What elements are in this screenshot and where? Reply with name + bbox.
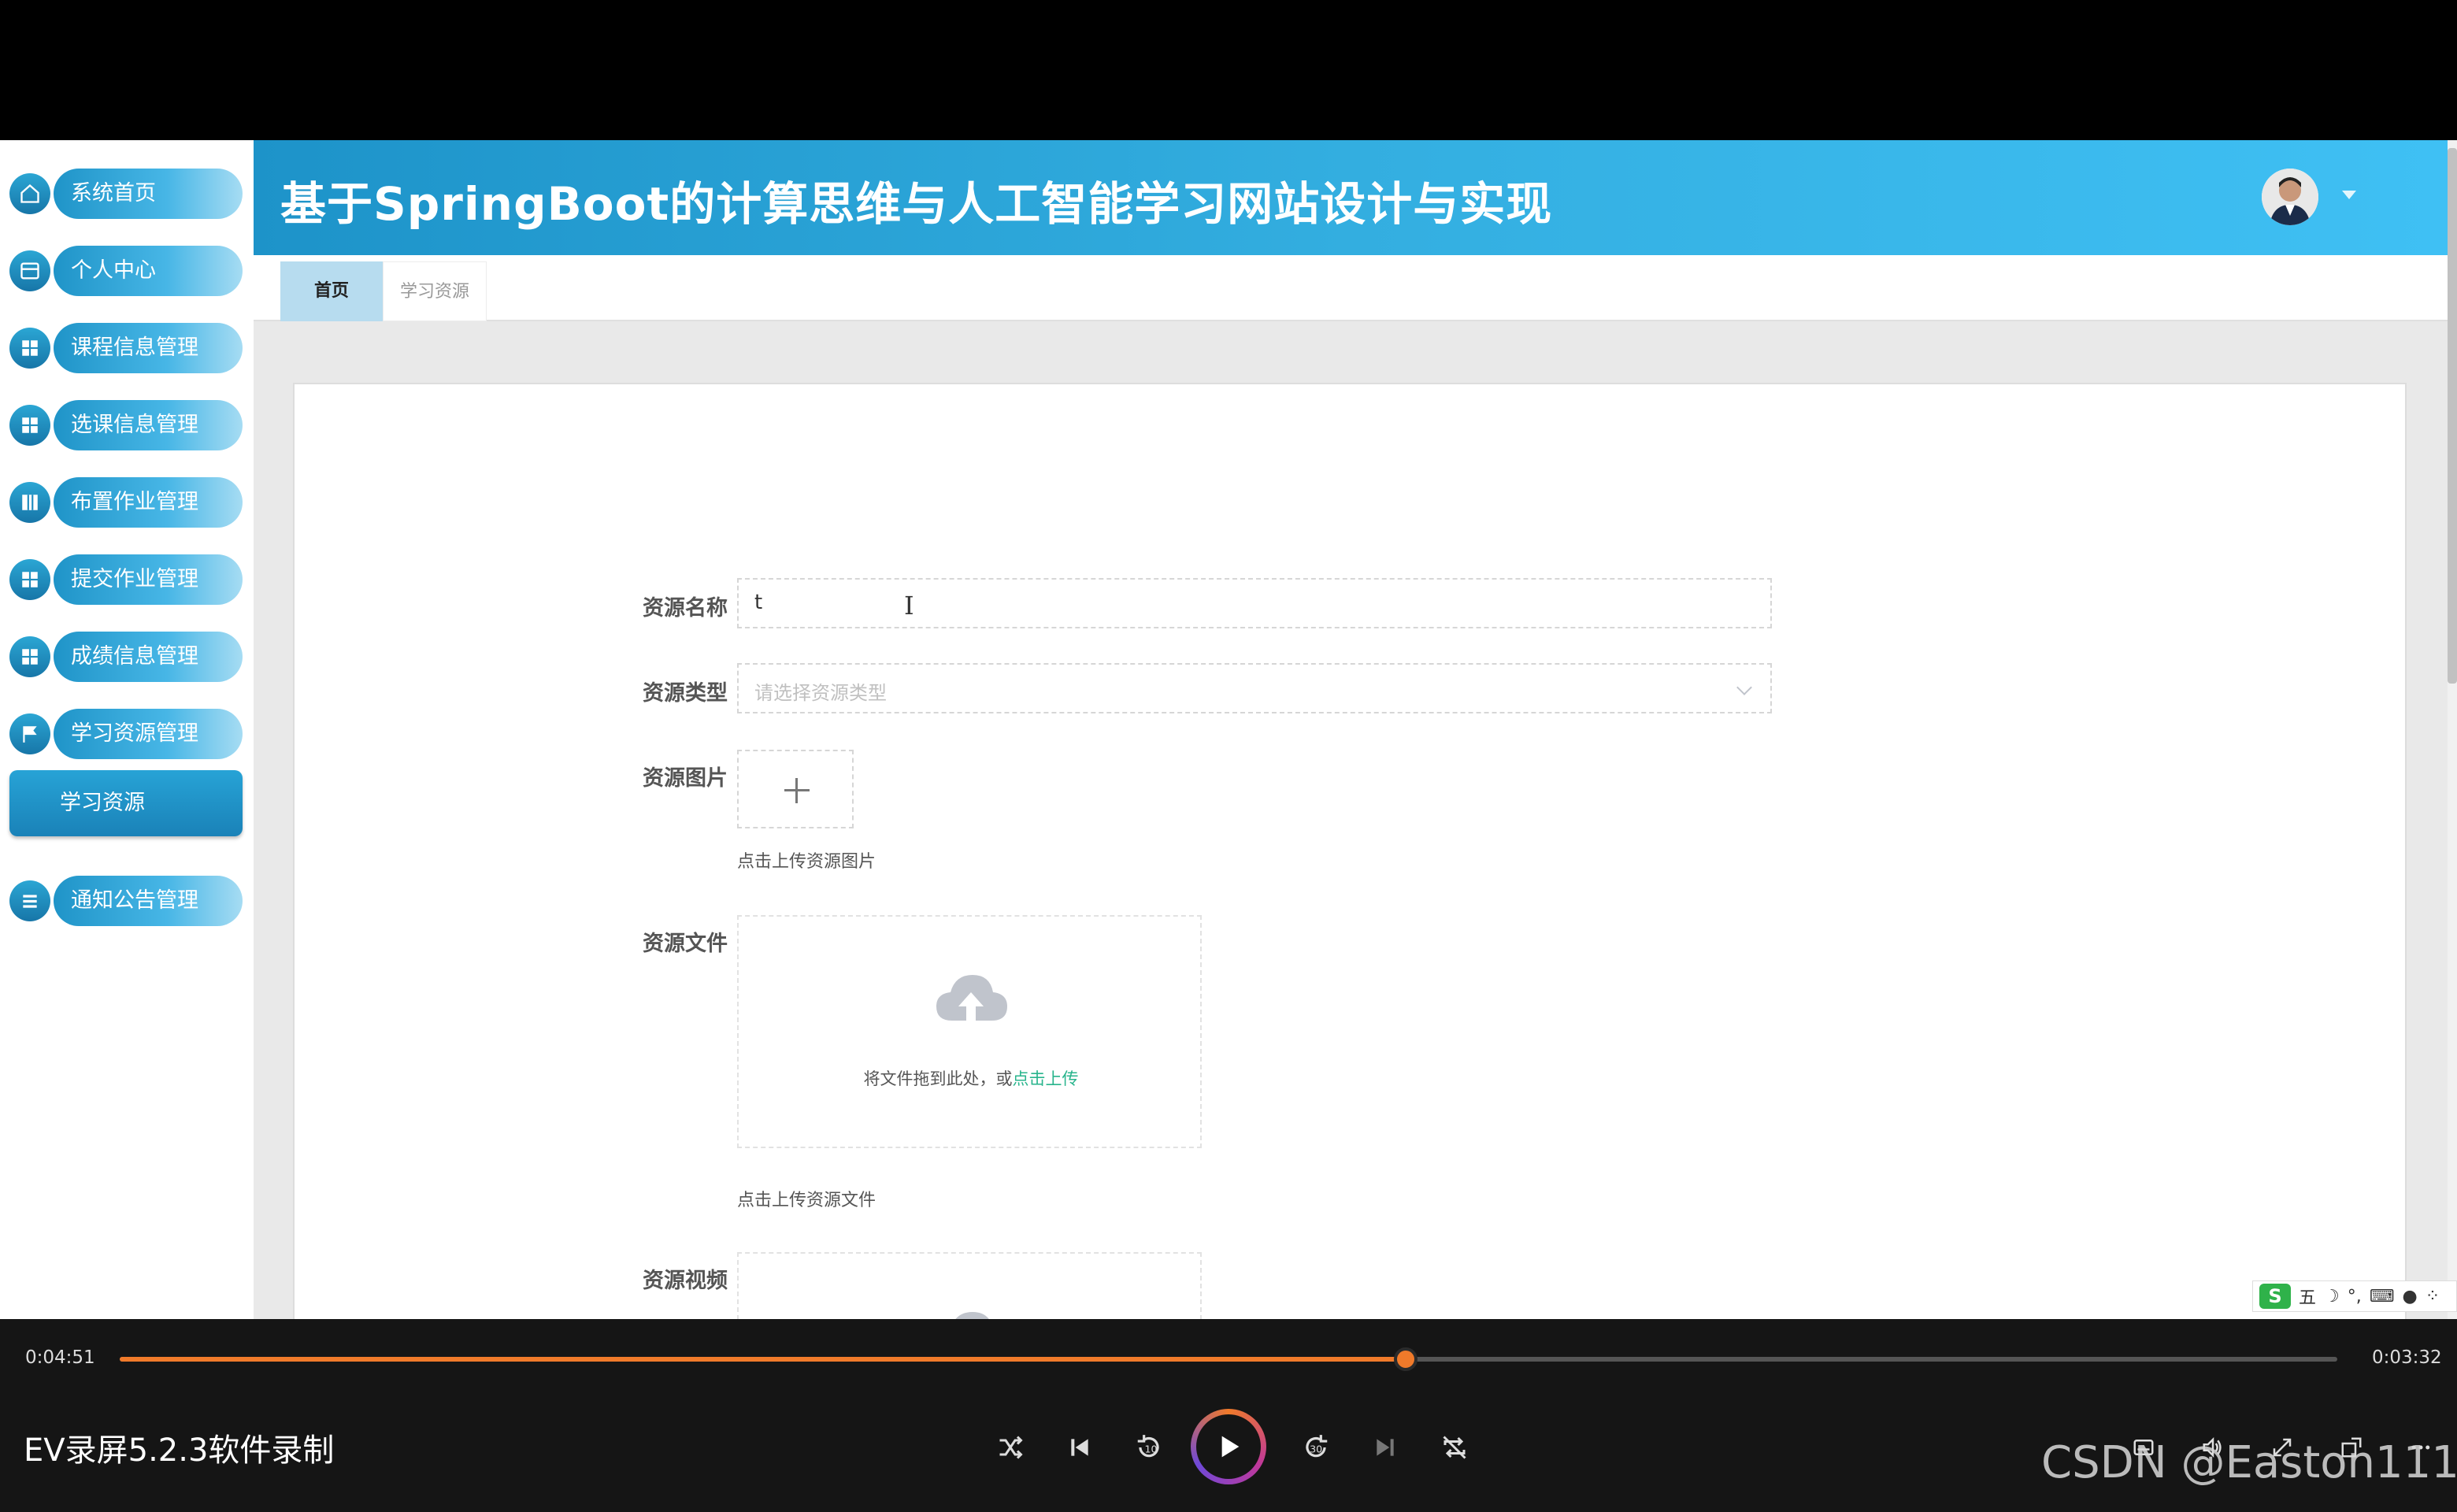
file-label: 资源文件 (643, 932, 728, 956)
grid-icon (9, 559, 50, 600)
video-player-bar: 0:04:51 0:03:32 EV录屏5.2.3软件录制 10 30 CSDN… (0, 1319, 2457, 1512)
home-icon (9, 173, 50, 214)
drop-instruction: 将文件拖到此处，或 (863, 1069, 1013, 1088)
repeat-off-icon[interactable] (1435, 1428, 1474, 1467)
sidebar-item-grades[interactable]: 成绩信息管理 (9, 632, 243, 682)
cloud-upload-icon (936, 975, 1007, 1021)
sidebar-item-course[interactable]: 课程信息管理 (9, 323, 243, 373)
tab-learning-resources[interactable]: 学习资源 (383, 261, 487, 321)
book-icon (9, 482, 50, 523)
name-label: 资源名称 (643, 596, 728, 621)
previous-icon[interactable] (1060, 1428, 1099, 1467)
scrollbar-thumb[interactable] (2448, 148, 2457, 684)
sidebar-item-label: 系统首页 (54, 169, 243, 219)
sidebar-item-label: 选课信息管理 (54, 400, 243, 450)
tab-bar: 首页 学习资源 (254, 255, 2448, 321)
punctuation-icon[interactable]: °, (2348, 1287, 2362, 1306)
chevron-down-icon[interactable] (2342, 191, 2356, 199)
sidebar-subitem-learning-resources[interactable]: 学习资源 (9, 770, 243, 836)
rewind-10-icon[interactable]: 10 (1129, 1428, 1169, 1467)
screen: 系统首页 个人中心 课程信息管理 选课信息管理 布置作业管理 提交作业管理 成绩… (0, 0, 2457, 1512)
sidebar-item-label: 布置作业管理 (54, 477, 243, 528)
sidebar: 系统首页 个人中心 课程信息管理 选课信息管理 布置作业管理 提交作业管理 成绩… (0, 140, 254, 1319)
progress-knob[interactable] (1394, 1347, 1418, 1371)
svg-text:30: 30 (1310, 1443, 1322, 1455)
sidebar-item-label: 课程信息管理 (54, 323, 243, 373)
resource-name-input[interactable]: t I (737, 578, 1772, 628)
resource-form: 资源名称 t I 资源类型 请选择资源类型 资源图片 点击上传资源图片 资源文件 (293, 383, 2407, 1319)
shuffle-icon[interactable] (991, 1428, 1030, 1467)
resource-name-value: t (754, 591, 763, 614)
sidebar-item-label: 成绩信息管理 (54, 632, 243, 682)
sidebar-item-label: 通知公告管理 (54, 876, 243, 926)
type-placeholder: 请选择资源类型 (754, 682, 887, 704)
grid-icon (9, 328, 50, 369)
ime-toolbar[interactable]: S 五 ☽ °, ⌨ ● ⁘ (2252, 1280, 2457, 1312)
user-icon[interactable]: ● (2403, 1287, 2418, 1306)
csdn-watermark: CSDN @Easton111 (2041, 1437, 2457, 1488)
sidebar-item-selection[interactable]: 选课信息管理 (9, 400, 243, 450)
resource-type-select[interactable]: 请选择资源类型 (737, 663, 1772, 713)
list-icon (9, 880, 50, 921)
tab-home[interactable]: 首页 (280, 261, 383, 321)
user-avatar[interactable] (2262, 169, 2318, 225)
video-label: 资源视频 (643, 1269, 728, 1293)
upload-link[interactable]: 点击上传 (1013, 1069, 1079, 1088)
forward-30-icon[interactable]: 30 (1296, 1428, 1336, 1467)
sidebar-item-submit[interactable]: 提交作业管理 (9, 554, 243, 605)
cloud-upload-icon (955, 1312, 989, 1319)
apps-icon[interactable]: ⁘ (2426, 1287, 2440, 1306)
sidebar-item-label: 个人中心 (54, 246, 243, 296)
sidebar-item-profile[interactable]: 个人中心 (9, 246, 243, 296)
sidebar-item-resources[interactable]: 学习资源管理 (9, 709, 243, 759)
grid-icon (9, 636, 50, 677)
sidebar-item-label: 提交作业管理 (54, 554, 243, 605)
elapsed-time: 0:04:51 (25, 1347, 95, 1368)
play-icon (1196, 1414, 1261, 1479)
top-header: 基于SpringBoot的计算思维与人工智能学习网站设计与实现 (254, 140, 2448, 255)
sidebar-item-home[interactable]: 系统首页 (9, 169, 243, 219)
app-window: 系统首页 个人中心 课程信息管理 选课信息管理 布置作业管理 提交作业管理 成绩… (0, 140, 2457, 1319)
play-button[interactable] (1191, 1409, 1266, 1484)
image-hint: 点击上传资源图片 (737, 852, 876, 872)
file-hint: 点击上传资源文件 (737, 1191, 876, 1210)
text-cursor-icon: I (904, 591, 914, 621)
file-dropzone[interactable]: 将文件拖到此处，或点击上传 (737, 915, 1202, 1148)
keyboard-icon[interactable]: ⌨ (2370, 1287, 2395, 1306)
profile-icon (9, 250, 50, 291)
sidebar-item-assign[interactable]: 布置作业管理 (9, 477, 243, 528)
next-icon[interactable] (1366, 1428, 1405, 1467)
type-label: 资源类型 (643, 681, 728, 706)
recording-title: EV录屏5.2.3软件录制 (24, 1432, 335, 1469)
plus-icon-stroke (795, 778, 798, 803)
moon-icon[interactable]: ☽ (2324, 1287, 2340, 1306)
grid-icon (9, 405, 50, 446)
image-upload-button[interactable] (737, 750, 854, 828)
flag-icon (9, 713, 50, 754)
image-label: 资源图片 (643, 766, 728, 791)
site-title: 基于SpringBoot的计算思维与人工智能学习网站设计与实现 (280, 177, 1553, 231)
ime-mode[interactable]: 五 (2299, 1284, 2316, 1309)
sidebar-item-notice[interactable]: 通知公告管理 (9, 876, 243, 926)
video-dropzone[interactable]: 将文件拖到此处，或点击上传 (737, 1252, 1202, 1319)
sidebar-item-label: 学习资源管理 (54, 709, 243, 759)
remaining-time: 0:03:32 (2372, 1347, 2442, 1368)
progress-fill (120, 1357, 1406, 1362)
file-drop-text: 将文件拖到此处，或点击上传 (739, 1066, 1203, 1090)
chevron-down-icon (1736, 680, 1752, 695)
sogou-logo-icon: S (2259, 1284, 2291, 1309)
svg-text:10: 10 (1144, 1443, 1157, 1455)
